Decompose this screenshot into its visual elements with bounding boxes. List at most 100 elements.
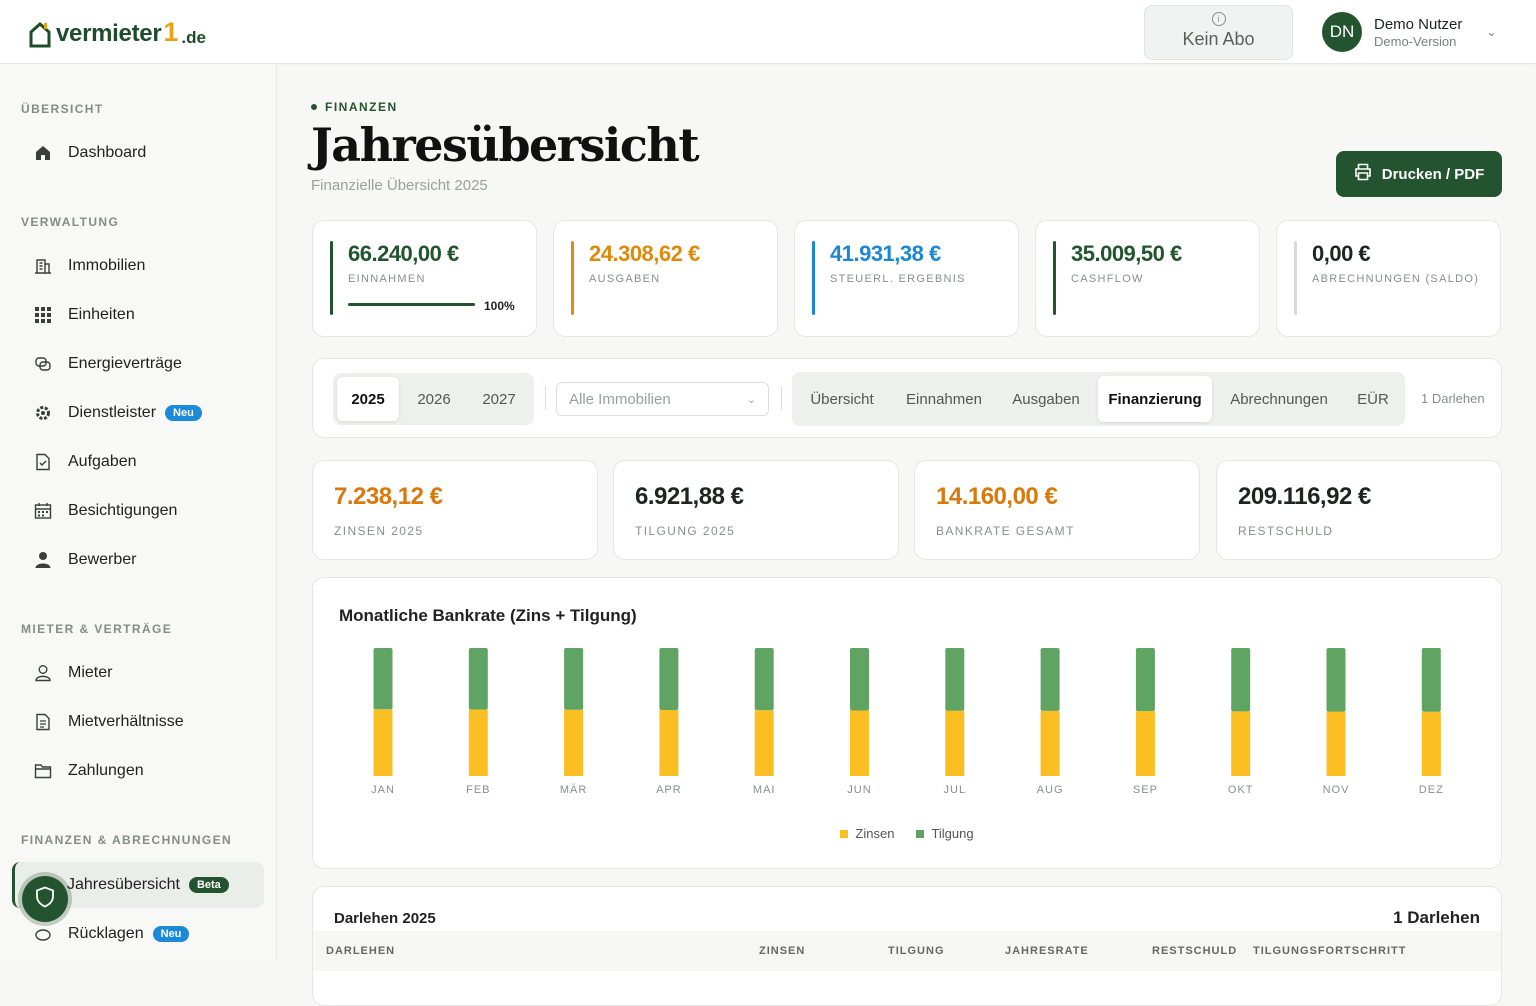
card-value: 6.921,88 €	[635, 483, 744, 510]
year-2026-button[interactable]: 2026	[403, 377, 465, 421]
sidebar-item-label: Aufgaben	[68, 453, 137, 470]
tab-settlements[interactable]: Abrechnungen	[1218, 376, 1340, 422]
chart-plot: JAN FEB MÄR APR MAI JUN JUL AUG SEP OKT NOV DEZ	[371, 648, 1443, 796]
bar-interest-dez	[1421, 711, 1441, 776]
tab-expenses[interactable]: Ausgaben	[1000, 376, 1092, 422]
kpi-accent	[1053, 241, 1056, 315]
sidebar-item-units[interactable]: Einheiten	[32, 304, 135, 326]
interest-card: 7.238,12 € ZINSEN 2025	[312, 460, 598, 560]
new-badge: Neu	[165, 405, 202, 421]
bar-repayment-nov	[1326, 648, 1346, 712]
building-icon	[32, 255, 54, 277]
sidebar-item-tenancies[interactable]: Mietverhältnisse	[32, 711, 184, 733]
year-2027-button[interactable]: 2027	[468, 377, 530, 421]
x-tick-label: AUG	[1037, 784, 1064, 796]
avatar: DN	[1322, 12, 1362, 52]
chart-legend: Zinsen Tilgung	[313, 826, 1501, 841]
sidebar-section-overview: ÜBERSICHT	[21, 102, 104, 116]
kpi-label: STEUERL. ERGEBNIS	[830, 273, 966, 285]
kpi-label: AUSGABEN	[589, 273, 661, 285]
bar-repayment-dez	[1421, 648, 1441, 712]
year-2025-button[interactable]: 2025	[337, 377, 399, 421]
sidebar-item-label: Zahlungen	[68, 762, 144, 779]
tab-income[interactable]: Einnahmen	[894, 376, 994, 422]
sidebar-item-reserves[interactable]: Rücklagen Neu	[32, 923, 190, 945]
repayment-card: 6.921,88 € TILGUNG 2025	[613, 460, 899, 560]
sidebar-item-label: Dashboard	[68, 144, 147, 161]
user-menu[interactable]: DN Demo Nutzer Demo-Version ⌄	[1322, 12, 1496, 52]
grid-icon	[32, 304, 54, 326]
x-tick-label: OKT	[1228, 784, 1254, 796]
sidebar-item-dashboard[interactable]: Dashboard	[32, 142, 146, 164]
piggy-icon	[32, 923, 54, 945]
sidebar-item-tasks[interactable]: Aufgaben	[32, 451, 137, 473]
bar-interest-aug	[1040, 710, 1060, 776]
sidebar-item-label: Bewerber	[68, 551, 137, 568]
kpi-accent	[571, 241, 574, 315]
bank-rate-card: 14.160,00 € BANKRATE GESAMT	[914, 460, 1200, 560]
folder-icon	[32, 760, 54, 782]
bar-interest-mai	[754, 710, 774, 776]
x-tick-label: JUN	[847, 784, 871, 796]
subscription-button[interactable]: i Kein Abo	[1144, 5, 1293, 60]
breadcrumb: FINANZEN	[311, 100, 398, 114]
info-icon: i	[1211, 12, 1226, 26]
card-value: 209.116,92 €	[1238, 483, 1371, 510]
sidebar-item-service-providers[interactable]: Dienstleister Neu	[32, 402, 202, 424]
logo[interactable]: vermieter 1 .de	[28, 17, 206, 48]
kpi-value: 41.931,38 €	[830, 241, 941, 266]
user-subtitle: Demo-Version	[1374, 33, 1457, 49]
property-select[interactable]: Alle Immobilien ⌄	[556, 382, 769, 416]
sidebar-item-energy-contracts[interactable]: Energieverträge	[32, 353, 182, 375]
beta-badge: Beta	[188, 877, 229, 893]
x-tick-label: FEB	[466, 784, 490, 796]
kpi-accent	[330, 241, 333, 315]
kpi-tax-result: 41.931,38 € STEUERL. ERGEBNIS	[794, 220, 1019, 337]
print-pdf-button[interactable]: Drucken / PDF	[1336, 151, 1502, 197]
x-tick-label: APR	[656, 784, 682, 796]
tab-overview[interactable]: Übersicht	[796, 376, 888, 422]
kpi-accent	[1294, 241, 1297, 315]
kpi-progress-percent: 100%	[484, 299, 515, 313]
privacy-shield-button[interactable]	[22, 876, 68, 922]
kpi-settlements: 0,00 € ABRECHNUNGEN (SALDO)	[1276, 220, 1501, 337]
brand-name: vermieter	[56, 20, 162, 47]
sidebar-item-applicants[interactable]: Bewerber	[32, 549, 136, 571]
sidebar-item-properties[interactable]: Immobilien	[32, 255, 145, 277]
bar-interest-apr	[659, 709, 679, 776]
sidebar-item-tenants[interactable]: Mieter	[32, 662, 112, 684]
loans-count: 1 Darlehen	[1393, 908, 1480, 927]
sidebar-item-viewings[interactable]: Besichtigungen	[32, 500, 177, 522]
column-header: TILGUNGSFORTSCHRITT	[1253, 945, 1407, 957]
sidebar-section-finances: FINANZEN & ABRECHNUNGEN	[21, 833, 233, 847]
kpi-label: CASHFLOW	[1071, 273, 1144, 285]
sidebar-item-payments[interactable]: Zahlungen	[32, 760, 144, 782]
sidebar-item-label: Mietverhältnisse	[68, 713, 184, 730]
gear-icon	[32, 402, 54, 424]
print-label: Drucken / PDF	[1381, 165, 1485, 183]
kpi-cashflow: 35.009,50 € CASHFLOW	[1035, 220, 1260, 337]
loans-table-card: Darlehen 2025 1 Darlehen DARLEHEN ZINSEN…	[312, 886, 1502, 1006]
remaining-debt-card: 209.116,92 € RESTSCHULD	[1216, 460, 1502, 560]
x-tick-label: JAN	[371, 784, 395, 796]
x-tick-label: JUL	[944, 784, 967, 796]
person-icon	[32, 549, 54, 571]
column-header: ZINSEN	[759, 945, 806, 957]
user-icon	[32, 662, 54, 684]
filter-bar: 2025 2026 2027 Alle Immobilien ⌄ Übersic…	[312, 358, 1502, 438]
chevron-down-icon: ⌄	[1486, 25, 1497, 39]
bar-repayment-apr	[659, 648, 679, 710]
column-header: JAHRESRATE	[1005, 945, 1089, 957]
tab-eur[interactable]: EÜR	[1346, 376, 1400, 422]
page-title: Jahresübersicht	[311, 118, 700, 172]
sidebar-item-label: Einheiten	[68, 306, 135, 323]
sidebar: ÜBERSICHT Dashboard VERWALTUNG Immobilie…	[0, 64, 277, 960]
card-label: ZINSEN 2025	[334, 524, 424, 538]
tab-financing[interactable]: Finanzierung	[1098, 376, 1212, 422]
bar-repayment-jul	[945, 648, 965, 711]
page-subtitle: Finanzielle Übersicht 2025	[311, 177, 488, 194]
new-badge: Neu	[152, 926, 190, 942]
bar-repayment-mai	[754, 648, 774, 711]
brand-one: 1	[163, 17, 179, 47]
loans-title: Darlehen 2025	[334, 910, 436, 927]
